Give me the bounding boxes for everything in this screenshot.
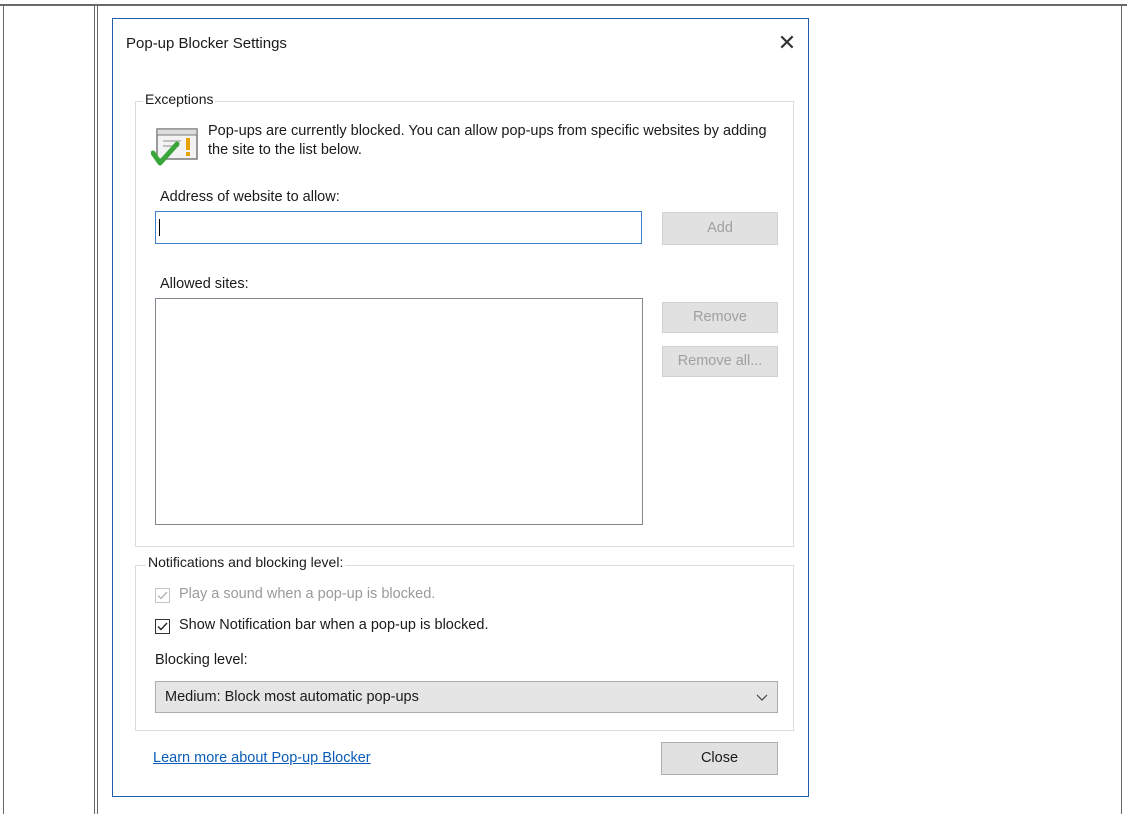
play-sound-label: Play a sound when a pop-up is blocked. xyxy=(179,586,436,602)
address-label: Address of website to allow: xyxy=(160,189,340,205)
blocking-level-label: Blocking level: xyxy=(155,652,248,668)
blocking-level-value: Medium: Block most automatic pop-ups xyxy=(165,689,419,705)
play-sound-checkbox[interactable] xyxy=(155,588,170,603)
page-frame-top xyxy=(0,4,1127,6)
page-frame-right xyxy=(1121,4,1122,814)
close-icon[interactable]: ✕ xyxy=(777,32,797,54)
page-frame-column-divider xyxy=(94,4,98,814)
popup-info-icon xyxy=(150,123,201,169)
learn-more-link[interactable]: Learn more about Pop-up Blocker xyxy=(153,750,371,766)
page-frame-left xyxy=(3,4,4,814)
remove-all-button[interactable]: Remove all... xyxy=(662,346,778,377)
remove-button[interactable]: Remove xyxy=(662,302,778,333)
show-bar-checkbox[interactable] xyxy=(155,619,170,634)
notifications-legend: Notifications and blocking level: xyxy=(146,554,346,570)
add-button[interactable]: Add xyxy=(662,212,778,245)
address-input[interactable] xyxy=(155,211,642,244)
text-caret xyxy=(159,219,160,236)
blocking-level-select[interactable]: Medium: Block most automatic pop-ups xyxy=(155,681,778,713)
show-bar-label: Show Notification bar when a pop-up is b… xyxy=(179,617,489,633)
dialog-title: Pop-up Blocker Settings xyxy=(126,35,287,52)
exceptions-legend: Exceptions xyxy=(143,91,216,107)
allowed-sites-label: Allowed sites: xyxy=(160,276,249,292)
popup-blocker-dialog: Pop-up Blocker Settings ✕ Exceptions Pop… xyxy=(112,18,809,797)
chevron-down-icon xyxy=(756,694,768,701)
info-text: Pop-ups are currently blocked. You can a… xyxy=(208,123,767,158)
allowed-sites-list[interactable] xyxy=(155,298,643,525)
close-button[interactable]: Close xyxy=(661,742,778,775)
